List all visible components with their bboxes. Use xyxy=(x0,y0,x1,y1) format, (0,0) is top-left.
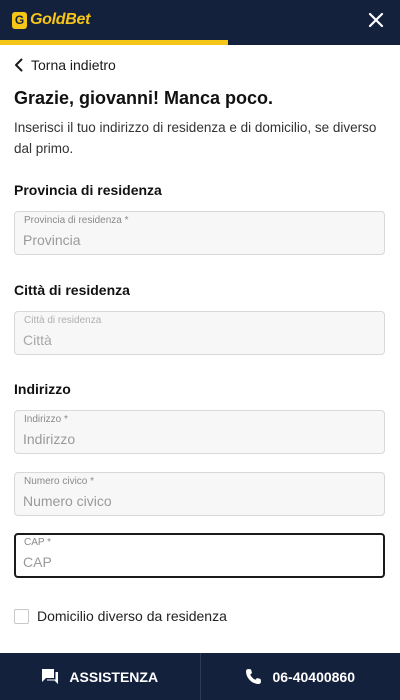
domicilio-checkbox-label: Domicilio diverso da residenza xyxy=(37,608,227,624)
cap-input[interactable] xyxy=(23,550,373,574)
progress-bar xyxy=(0,40,400,45)
civico-field[interactable]: Numero civico * xyxy=(14,472,385,516)
progress-bar-fill xyxy=(0,40,228,45)
logo-badge: G xyxy=(12,11,27,29)
chat-icon xyxy=(41,668,59,685)
goldbet-logo: G GoldBet xyxy=(12,10,90,30)
cap-field-label: CAP * xyxy=(24,537,52,548)
back-link-label: Torna indietro xyxy=(31,57,116,73)
indirizzo-input[interactable] xyxy=(23,427,373,451)
footer-bar: ASSISTENZA 06-40400860 xyxy=(0,653,400,700)
phone-button[interactable]: 06-40400860 xyxy=(201,653,400,700)
provincia-field-label: Provincia di residenza * xyxy=(24,215,129,226)
logo-text: GoldBet xyxy=(30,11,91,28)
assistenza-button[interactable]: ASSISTENZA xyxy=(0,653,200,700)
indirizzo-field[interactable]: Indirizzo * xyxy=(14,410,385,454)
close-icon xyxy=(368,12,384,28)
section-label-indirizzo: Indirizzo xyxy=(14,381,71,397)
domicilio-checkbox-row[interactable]: Domicilio diverso da residenza xyxy=(14,607,227,625)
provincia-field[interactable]: Provincia di residenza * xyxy=(14,211,385,255)
close-button[interactable] xyxy=(364,8,388,32)
cap-field[interactable]: CAP * xyxy=(14,533,385,578)
provincia-input[interactable] xyxy=(23,228,373,252)
section-label-provincia: Provincia di residenza xyxy=(14,182,162,198)
page-subtitle: Inserisci il tuo indirizzo di residenza … xyxy=(14,120,377,156)
indirizzo-field-label: Indirizzo * xyxy=(24,414,68,425)
section-label-citta: Città di residenza xyxy=(14,282,130,298)
page-title: Grazie, giovanni! Manca poco. xyxy=(14,88,274,108)
civico-input[interactable] xyxy=(23,489,373,513)
assistenza-label: ASSISTENZA xyxy=(69,668,159,685)
chevron-left-icon xyxy=(14,58,23,72)
phone-icon xyxy=(245,668,262,685)
citta-input[interactable] xyxy=(23,328,373,352)
citta-field-label: Città di residenza xyxy=(24,315,102,326)
app-header: G GoldBet xyxy=(0,0,400,40)
domicilio-checkbox[interactable] xyxy=(14,608,29,624)
citta-field[interactable]: Città di residenza xyxy=(14,311,385,355)
phone-label: 06-40400860 xyxy=(272,668,356,685)
civico-field-label: Numero civico * xyxy=(24,476,95,487)
back-link[interactable]: Torna indietro xyxy=(14,56,116,74)
